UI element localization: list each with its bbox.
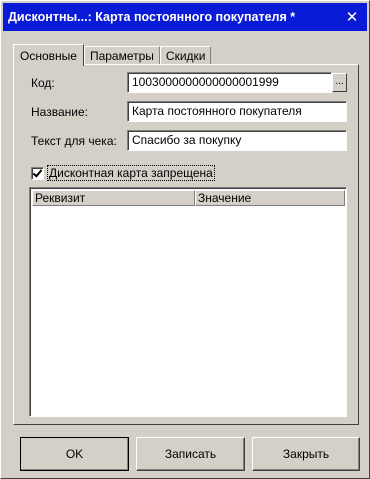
code-select-button[interactable]: ... xyxy=(332,73,347,92)
attributes-table[interactable]: Реквизит Значение xyxy=(29,187,347,417)
card-blocked-label[interactable]: Дисконтная карта запрещена xyxy=(47,165,215,181)
card-blocked-checkbox-row[interactable]: Дисконтная карта запрещена xyxy=(31,165,215,181)
table-header: Реквизит Значение xyxy=(32,190,345,206)
code-field[interactable]: 1003000000000000001999 xyxy=(127,72,332,93)
name-label: Название: xyxy=(31,105,88,119)
ok-button[interactable]: OK xyxy=(20,437,129,471)
close-button[interactable]: Закрыть xyxy=(252,437,360,471)
column-header-value[interactable]: Значение xyxy=(195,190,345,206)
tab-main-label: Основные xyxy=(20,48,77,63)
column-header-attribute[interactable]: Реквизит xyxy=(32,190,195,206)
tab-main[interactable]: Основные xyxy=(13,44,84,66)
tab-discounts-label: Скидки xyxy=(165,49,206,63)
dialog-window: Дисконтны...: Карта постоянного покупате… xyxy=(0,0,370,479)
close-button-label: Закрыть xyxy=(282,447,330,461)
code-label: Код: xyxy=(31,76,55,90)
tab-discounts[interactable]: Скидки xyxy=(159,46,212,65)
tab-parameters-label: Параметры xyxy=(89,49,154,63)
title-bar[interactable]: Дисконтны...: Карта постоянного покупате… xyxy=(3,3,367,31)
receipt-text-label: Текст для чека: xyxy=(31,134,117,148)
tab-bar: Основные Параметры Скидки xyxy=(13,43,212,66)
receipt-text-field[interactable]: Спасибо за покупку xyxy=(127,130,347,151)
save-button[interactable]: Записать xyxy=(136,437,245,471)
window-title: Дисконтны...: Карта постоянного покупате… xyxy=(8,10,296,24)
ok-button-label: OK xyxy=(65,447,84,461)
save-button-label: Записать xyxy=(164,447,217,461)
close-icon[interactable]: ✕ xyxy=(343,8,361,26)
tab-parameters[interactable]: Параметры xyxy=(83,46,160,65)
card-blocked-checkbox[interactable] xyxy=(31,166,44,180)
name-field[interactable]: Карта постоянного покупателя xyxy=(127,101,347,122)
